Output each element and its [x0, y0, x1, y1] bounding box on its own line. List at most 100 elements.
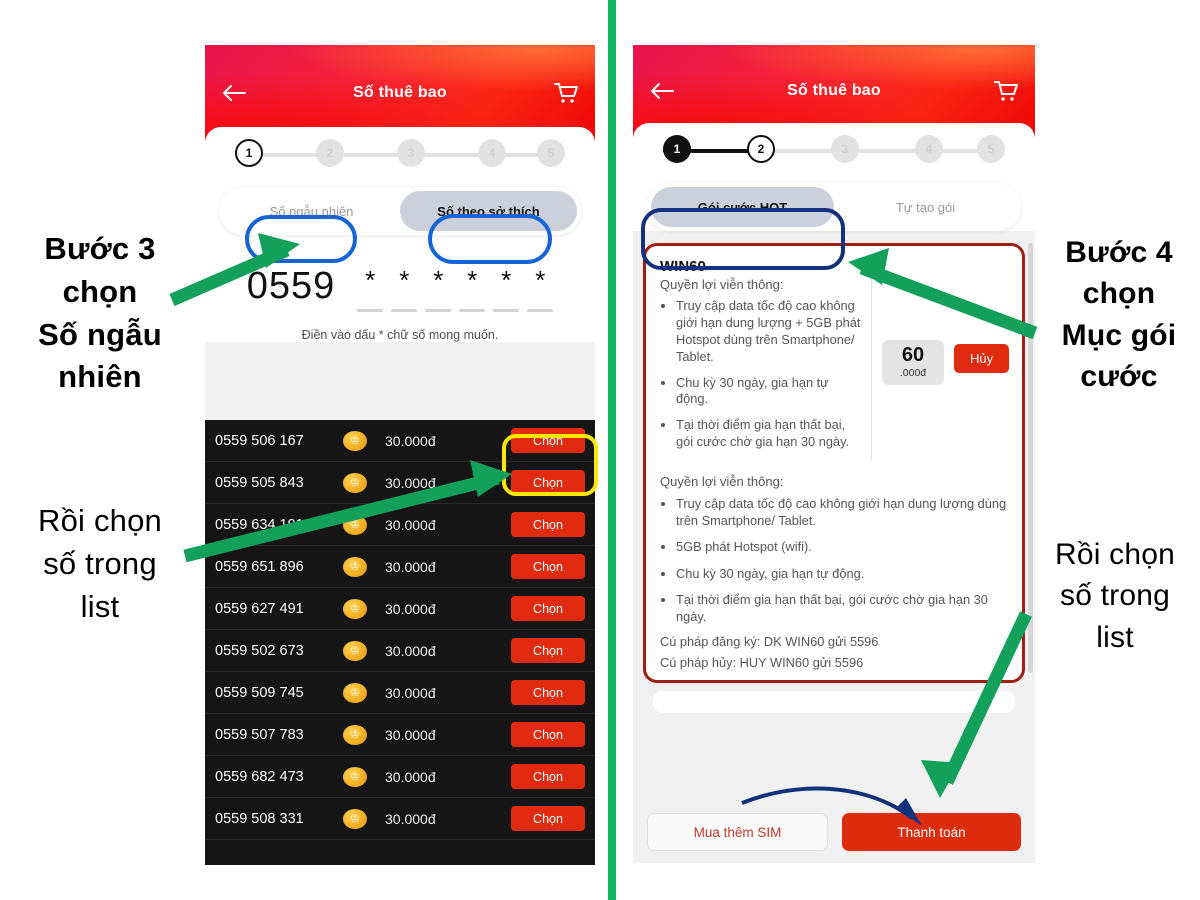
star-glyph: *	[535, 265, 546, 295]
annotation-pick-from-list-right: Rồi chọn số trong list	[1030, 534, 1200, 658]
row-price: 30.000đ	[385, 684, 436, 701]
select-button[interactable]: Chọn	[511, 512, 585, 537]
table-row[interactable]: 0559 682 473 ♔ 30.000đ Chọn	[205, 756, 595, 798]
table-row[interactable]: 0559 502 673 ♔ 30.000đ Chọn	[205, 630, 595, 672]
list-item: Tại thời điểm gia hạn thất bại, gói cước…	[676, 591, 1010, 625]
star-field[interactable]: *	[357, 265, 384, 312]
table-row[interactable]: 0559 651 896 ♔ 30.000đ Chọn	[205, 546, 595, 588]
star-field[interactable]: *	[391, 265, 418, 312]
select-button[interactable]: Chọn	[511, 722, 585, 747]
tab-custom-package[interactable]: Tự tạo gói	[834, 187, 1017, 227]
list-item: Truy cập data tốc độ cao không giới hạn …	[676, 298, 861, 366]
star-underline	[391, 309, 418, 312]
row-number: 0559 682 473	[215, 768, 304, 785]
select-button[interactable]: Chọn	[511, 806, 585, 831]
annotation-line: list	[80, 588, 120, 624]
step-5[interactable]: 5	[537, 139, 565, 167]
list-item: Chu kỳ 30 ngày, gia hạn tự động.	[676, 565, 1010, 582]
star-underline	[357, 309, 384, 312]
table-row[interactable]: 0559 509 745 ♔ 30.000đ Chọn	[205, 672, 595, 714]
step-3[interactable]: 3	[831, 135, 859, 163]
step-4[interactable]: 4	[915, 135, 943, 163]
step-5[interactable]: 5	[977, 135, 1005, 163]
star-underline	[527, 309, 554, 312]
row-price: 30.000đ	[385, 600, 436, 617]
number-star-fields: * * * * * *	[357, 265, 554, 312]
package-price-column: 60 .000đ Hủy	[872, 258, 1010, 460]
select-button[interactable]: Chọn	[511, 764, 585, 789]
cancel-package-button[interactable]: Hủy	[954, 344, 1010, 373]
price-badge: 60 .000đ	[882, 340, 944, 385]
benefits-long-list: Truy cập data tốc độ cao không giới hạn …	[676, 495, 1010, 625]
annotation-line: list	[1096, 620, 1134, 654]
row-price: 30.000đ	[385, 432, 436, 449]
star-glyph: *	[433, 265, 444, 295]
benefits-heading: Quyền lợi viễn thông:	[660, 277, 784, 292]
annotation-line: Số ngẫu	[38, 316, 162, 352]
cancel-syntax: Cú pháp hủy: HUY WIN60 gửi 5596	[660, 654, 864, 670]
annotation-line: Rồi chọn	[38, 503, 162, 538]
step-1[interactable]: 1	[235, 139, 263, 167]
star-field[interactable]: *	[493, 265, 520, 312]
table-row[interactable]: 0559 507 783 ♔ 30.000đ Chọn	[205, 714, 595, 756]
crown-icon: ♔	[343, 514, 367, 535]
table-row[interactable]: 0559 627 491 ♔ 30.000đ Chọn	[205, 588, 595, 630]
highlight-box-select-button	[502, 434, 598, 496]
checkout-button[interactable]: Thanh toán	[842, 813, 1021, 851]
annotation-line: số trong	[1060, 579, 1170, 613]
table-row[interactable]: 0559 508 331 ♔ 30.000đ Chọn	[205, 798, 595, 840]
row-price: 30.000đ	[385, 642, 436, 659]
highlight-box-preferred-number	[428, 214, 552, 264]
list-item: Truy cập data tốc độ cao không giới hạn …	[676, 495, 1010, 529]
buy-more-sim-button[interactable]: Mua thêm SIM	[647, 813, 828, 851]
table-row[interactable]: 0559 634 191 ♔ 30.000đ Chọn	[205, 504, 595, 546]
package-scroll-area[interactable]: WIN60 Quyền lợi viễn thông: Truy cập dat…	[633, 231, 1035, 713]
crown-icon: ♔	[343, 598, 367, 619]
annotation-line: Rồi chọn	[1054, 538, 1175, 571]
row-number: 0559 507 783	[215, 726, 304, 743]
shopping-cart-icon[interactable]	[553, 81, 579, 105]
star-field[interactable]: *	[527, 265, 554, 312]
crown-icon: ♔	[343, 724, 367, 745]
package-main-column: WIN60 Quyền lợi viễn thông: Truy cập dat…	[660, 258, 872, 461]
package-card-next[interactable]	[653, 690, 1015, 713]
row-number: 0559 506 167	[215, 432, 304, 449]
select-button[interactable]: Chọn	[511, 596, 585, 621]
step-2[interactable]: 2	[316, 139, 344, 167]
annotation-line: cước	[1080, 360, 1158, 394]
crown-icon: ♔	[343, 472, 367, 493]
annotation-line: chọn	[1082, 277, 1156, 311]
shopping-cart-icon[interactable]	[993, 79, 1019, 103]
number-prefix: 0559	[246, 265, 336, 307]
stepper-right: 1 2 3 4 5	[647, 123, 1021, 175]
step-3[interactable]: 3	[397, 139, 425, 167]
price-major: 60	[901, 344, 925, 366]
row-number: 0559 634 191	[215, 516, 304, 533]
crown-icon: ♔	[343, 808, 367, 829]
list-item: 5GB phát Hotspot (wifi).	[676, 538, 1010, 555]
row-number: 0559 627 491	[215, 600, 304, 617]
step-4[interactable]: 4	[478, 139, 506, 167]
list-item: Tại thời điểm gia hạn thất bại, gói cước…	[676, 417, 861, 451]
package-card-win60[interactable]: WIN60 Quyền lợi viễn thông: Truy cập dat…	[643, 243, 1025, 683]
number-entry-hint: Điền vào dấu * chữ số mong muốn.	[301, 328, 499, 342]
page-title: Số thuê bao	[787, 82, 881, 99]
select-button[interactable]: Chọn	[511, 638, 585, 663]
step-2[interactable]: 2	[747, 135, 775, 163]
list-item: Chu kỳ 30 ngày, gia hạn tự động.	[676, 375, 861, 409]
row-price: 30.000đ	[385, 810, 436, 827]
star-glyph: *	[467, 265, 478, 295]
step-1[interactable]: 1	[663, 135, 691, 163]
star-field[interactable]: *	[459, 265, 486, 312]
row-number: 0559 651 896	[215, 558, 304, 575]
price-minor: .000đ	[899, 367, 927, 379]
select-button[interactable]: Chọn	[511, 680, 585, 705]
highlight-box-hot-packages-tab	[641, 208, 845, 270]
row-price: 30.000đ	[385, 474, 436, 491]
star-field[interactable]: *	[425, 265, 452, 312]
crown-icon: ♔	[343, 430, 367, 451]
select-button[interactable]: Chọn	[511, 554, 585, 579]
screenshot-root: Số thuê bao 1 2 3 4 5 Số ngẫu nhiên Số t…	[0, 0, 1200, 900]
annotation-pick-from-list-left: Rồi chọn số trong list	[2, 500, 198, 628]
panel-divider	[608, 0, 616, 900]
